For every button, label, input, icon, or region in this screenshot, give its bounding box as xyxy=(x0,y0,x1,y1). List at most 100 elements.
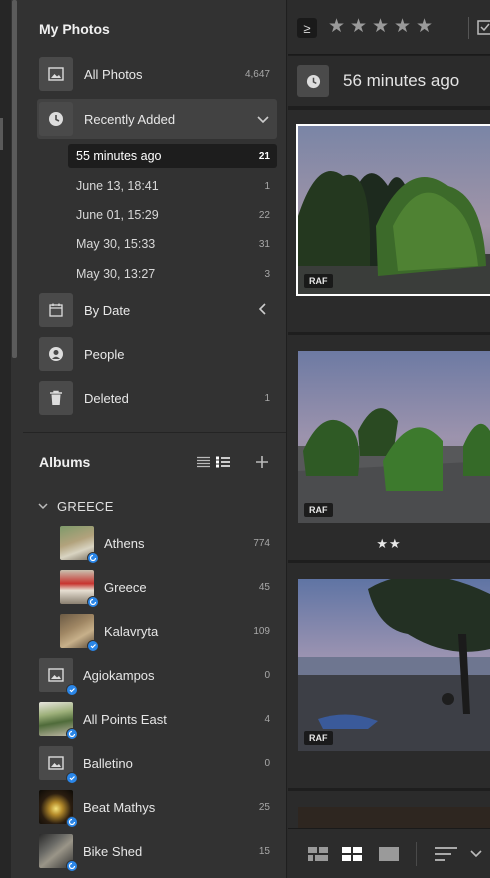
chevron-down-icon xyxy=(38,503,48,510)
recent-item-may-30-1327[interactable]: May 30, 13:27 3 xyxy=(68,262,277,286)
recent-count: 1 xyxy=(264,180,270,192)
album-thumbnail xyxy=(60,526,99,564)
photo-card[interactable] xyxy=(288,791,490,831)
nav-label: Recently Added xyxy=(84,111,176,127)
album-count: 45 xyxy=(258,581,270,593)
sync-icon xyxy=(66,684,78,696)
nav-people[interactable]: People xyxy=(37,336,277,372)
album-kalavryta[interactable]: Kalavryta 109 xyxy=(60,613,277,652)
sync-icon xyxy=(87,640,99,652)
recent-count: 3 xyxy=(264,268,270,280)
photo-thumbnail[interactable]: RAF xyxy=(298,579,490,751)
view-toolbar xyxy=(288,828,490,878)
recent-item-june-13[interactable]: June 13, 18:41 1 xyxy=(68,174,277,198)
album-thumbnail xyxy=(39,746,78,784)
nav-label: People xyxy=(84,346,125,362)
chevron-left-icon[interactable] xyxy=(255,301,271,317)
chevron-down-icon[interactable] xyxy=(470,849,482,859)
image-icon xyxy=(48,756,64,770)
toolbar-divider xyxy=(416,842,417,866)
star-filter-2[interactable]: ★ xyxy=(350,15,367,38)
recent-item-55-minutes[interactable]: 55 minutes ago 21 xyxy=(68,144,277,168)
photo-rating[interactable]: ★★ xyxy=(288,536,490,552)
nav-count: 1 xyxy=(264,392,270,404)
add-album-icon[interactable] xyxy=(255,454,269,470)
album-athens[interactable]: Athens 774 xyxy=(60,525,277,564)
square-grid-view-icon[interactable] xyxy=(308,847,328,861)
star-filter-3[interactable]: ★ xyxy=(372,15,389,38)
album-count: 15 xyxy=(258,845,270,857)
sync-icon xyxy=(87,596,99,608)
left-rail xyxy=(0,0,11,878)
photo-card[interactable]: RAF xyxy=(288,110,490,332)
rating-filter-operator[interactable]: ≥ xyxy=(297,18,317,38)
sync-icon xyxy=(66,728,78,740)
album-thumbnail xyxy=(39,658,78,696)
album-thumbnail xyxy=(39,834,78,872)
calendar-icon xyxy=(39,293,73,327)
album-greece[interactable]: Greece 45 xyxy=(60,569,277,608)
photo-thumbnail[interactable]: RAF xyxy=(296,124,490,296)
trash-icon xyxy=(39,381,73,415)
raw-format-badge: RAF xyxy=(304,274,333,288)
sync-icon xyxy=(66,860,78,872)
date-header-label: 56 minutes ago xyxy=(343,71,460,90)
album-label: Bike Shed xyxy=(83,843,143,859)
detail-list-view-icon[interactable] xyxy=(216,454,230,470)
album-label: Kalavryta xyxy=(104,623,159,639)
person-icon xyxy=(39,337,73,371)
star-filter-4[interactable]: ★ xyxy=(394,15,411,38)
photo-thumbnail[interactable]: RAF xyxy=(298,351,490,523)
star-filter-1[interactable]: ★ xyxy=(328,15,345,38)
recent-count: 22 xyxy=(258,209,270,221)
photo-card[interactable]: RAF xyxy=(288,563,490,788)
detail-view-icon[interactable] xyxy=(379,847,399,861)
album-bike-shed[interactable]: Bike Shed 15 xyxy=(39,833,277,872)
sync-icon xyxy=(87,552,99,564)
star-filter-5[interactable]: ★ xyxy=(416,15,433,38)
raw-format-badge: RAF xyxy=(304,731,333,745)
nav-count: 4,647 xyxy=(244,68,270,80)
recent-item-may-30-1533[interactable]: May 30, 15:33 31 xyxy=(68,232,277,256)
flag-filter-icon[interactable] xyxy=(468,17,490,39)
album-count: 4 xyxy=(264,713,270,725)
nav-label: By Date xyxy=(84,302,131,318)
albums-title: Albums xyxy=(39,454,91,470)
album-count: 109 xyxy=(253,625,270,637)
recent-count: 21 xyxy=(258,150,270,162)
album-label: Agiokampos xyxy=(83,667,155,683)
album-thumbnail xyxy=(39,702,78,740)
rail-indicator xyxy=(0,118,3,150)
album-count: 774 xyxy=(253,537,270,549)
album-agiokampos[interactable]: Agiokampos 0 xyxy=(39,657,277,696)
chevron-down-icon[interactable] xyxy=(255,111,271,127)
list-view-icon[interactable] xyxy=(197,454,210,470)
album-thumbnail xyxy=(39,790,78,828)
group-label: GREECE xyxy=(57,498,114,514)
photo-card[interactable]: RAF ★★ xyxy=(288,335,490,560)
recent-item-june-01[interactable]: June 01, 15:29 22 xyxy=(68,203,277,227)
nav-label: Deleted xyxy=(84,390,129,406)
album-label: Athens xyxy=(104,535,145,551)
nav-by-date[interactable]: By Date xyxy=(37,292,277,328)
album-label: Beat Mathys xyxy=(83,799,156,815)
sort-icon[interactable] xyxy=(435,847,457,861)
album-label: Balletino xyxy=(83,755,133,771)
nav-all-photos[interactable]: All Photos 4,647 xyxy=(37,56,277,92)
raw-format-badge: RAF xyxy=(304,503,333,517)
grid-view-icon[interactable] xyxy=(342,847,362,861)
sidebar: My Photos All Photos 4,647 Recently Adde… xyxy=(0,0,287,878)
nav-deleted[interactable]: Deleted 1 xyxy=(37,380,277,416)
sidebar-scrollbar[interactable] xyxy=(12,0,17,358)
nav-recently-added[interactable]: Recently Added xyxy=(37,99,277,139)
album-balletino[interactable]: Balletino 0 xyxy=(39,745,277,784)
recent-label: 55 minutes ago xyxy=(76,149,162,163)
recent-label: May 30, 13:27 xyxy=(76,267,156,281)
album-label: All Points East xyxy=(83,711,167,727)
album-group-greece[interactable]: GREECE xyxy=(37,496,114,516)
album-all-points-east[interactable]: All Points East 4 xyxy=(39,701,277,740)
my-photos-title: My Photos xyxy=(39,21,110,37)
photo-grid-panel: ≥ ★ ★ ★ ★ ★ 56 minutes ago RAF RAF ★★ RA… xyxy=(288,0,490,878)
album-beat-mathys[interactable]: Beat Mathys 25 xyxy=(39,789,277,828)
filter-toolbar: ≥ ★ ★ ★ ★ ★ xyxy=(288,0,490,55)
